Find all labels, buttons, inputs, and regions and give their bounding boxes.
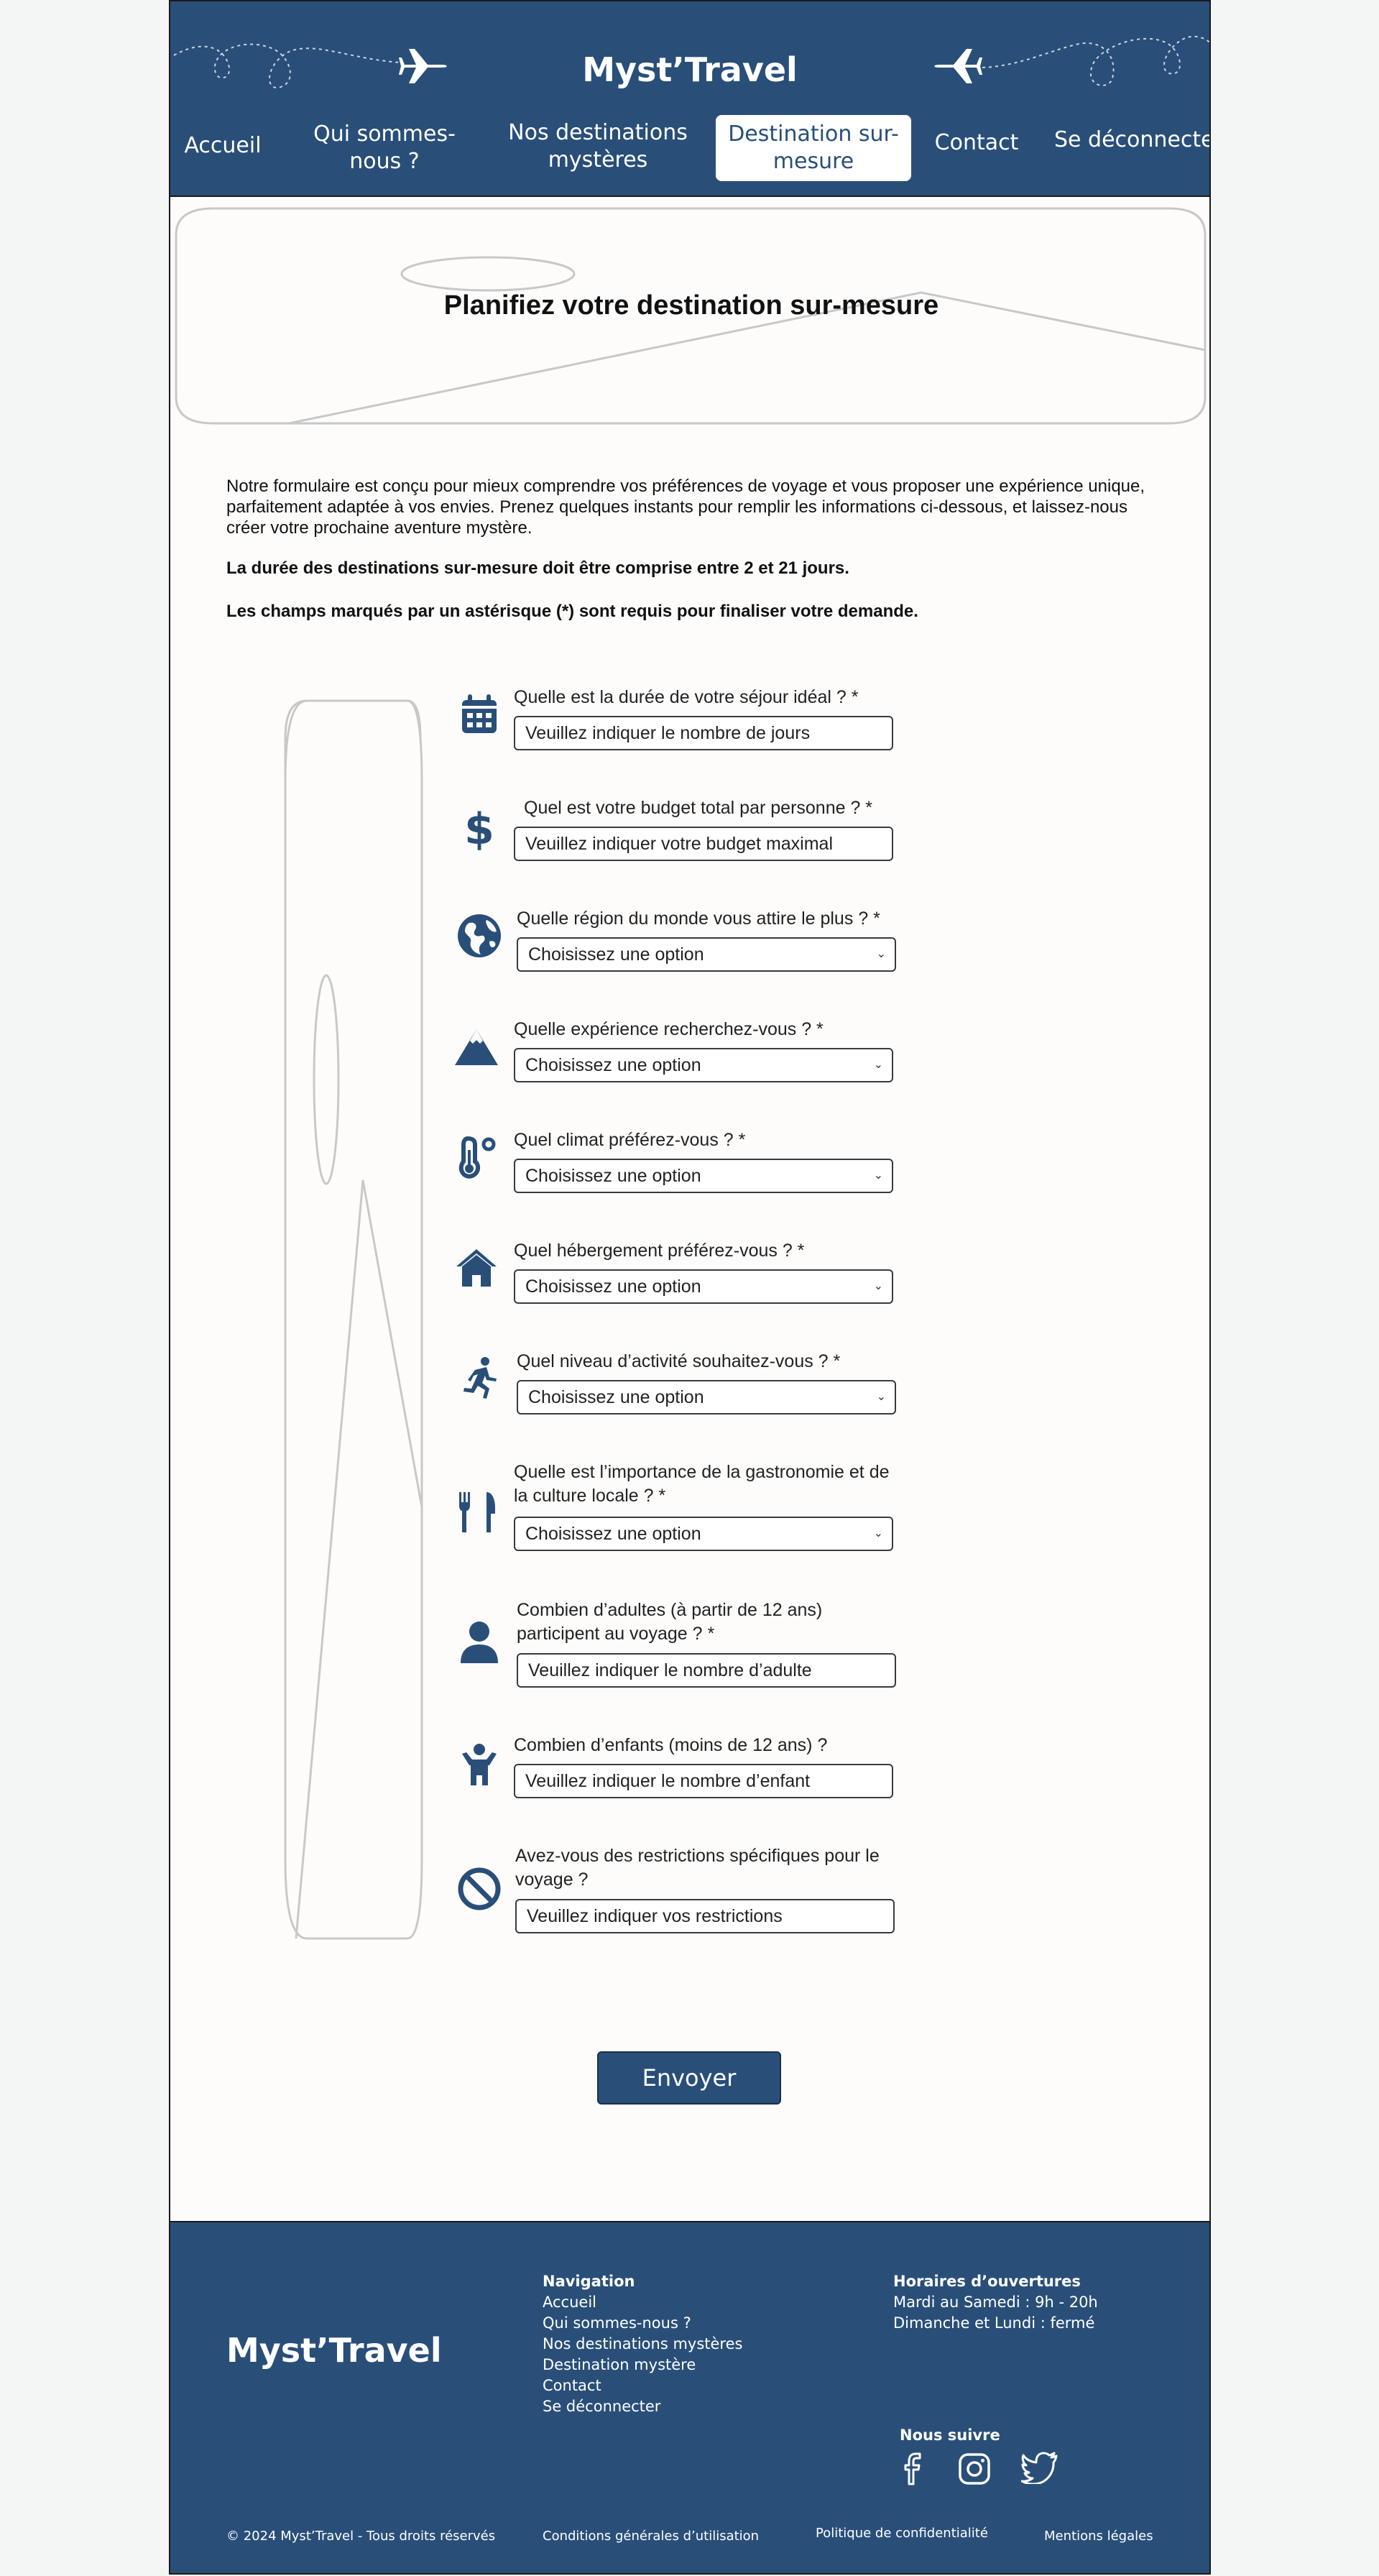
chevron-down-icon: ⌄ xyxy=(876,948,886,960)
experience-select[interactable]: Choisissez une option ⌄ xyxy=(514,1048,893,1082)
footer-link-nos-destinations[interactable]: Nos destinations mystères xyxy=(543,2334,742,2355)
svg-text:$: $ xyxy=(464,805,494,851)
intro-paragraph: Notre formulaire est conçu pour mieux co… xyxy=(226,477,1145,538)
question-label-duree: Quelle est la durée de votre séjour idéa… xyxy=(514,687,859,707)
chevron-down-icon: ⌄ xyxy=(873,1169,883,1182)
activite-select-value: Choisissez une option xyxy=(528,1387,704,1407)
experience-select-value: Choisissez une option xyxy=(525,1055,701,1075)
question-label-gastronomie: Quelle est l’importance de la gastronomi… xyxy=(514,1462,890,1506)
page-title: Planifiez votre destination sur-mesure xyxy=(443,290,939,321)
chevron-down-icon: ⌄ xyxy=(873,1280,883,1292)
nav-contact[interactable]: Contact xyxy=(926,129,1027,157)
submit-button[interactable]: Envoyer xyxy=(597,2051,781,2104)
question-label-climat: Quel climat préférez-vous ? * xyxy=(514,1130,746,1150)
restrictions-input[interactable]: Veuillez indiquer vos restrictions xyxy=(515,1899,895,1933)
duree-input[interactable]: Veuillez indiquer le nombre de jours xyxy=(514,716,893,750)
footer-follow-title: Nous suivre xyxy=(900,2426,1000,2444)
footer-link-qui-sommes-nous[interactable]: Qui sommes-nous ? xyxy=(543,2313,691,2334)
question-label-region: Quelle région du monde vous attire le pl… xyxy=(517,908,880,929)
region-select[interactable]: Choisissez une option ⌄ xyxy=(517,937,896,972)
question-label-activite: Quel niveau d’activité souhaitez-vous ? … xyxy=(517,1351,841,1371)
nav-destination-sur-mesure[interactable]: Destination sur-mesure xyxy=(716,115,911,181)
footer-link-mentions-legales[interactable]: Mentions légales xyxy=(1044,2529,1153,2544)
chevron-down-icon: ⌄ xyxy=(873,1059,883,1071)
chevron-down-icon: ⌄ xyxy=(876,1391,886,1403)
enfants-input[interactable]: Veuillez indiquer le nombre d’enfant xyxy=(514,1764,893,1798)
question-label-enfants: Combien d’enfants (moins de 12 ans) ? xyxy=(514,1735,828,1755)
duration-note: La durée des destinations sur-mesure doi… xyxy=(226,558,849,578)
footer-navigation-title: Navigation xyxy=(543,2273,635,2290)
mountain-icon xyxy=(455,1029,498,1065)
footer-hours-weekdays: Mardi au Samedi : 9h - 20h xyxy=(893,2294,1098,2311)
footer-link-se-deconnecter[interactable]: Se déconnecter xyxy=(543,2396,660,2417)
site-footer: Myst’Travel Navigation Accueil Qui somme… xyxy=(170,2221,1209,2573)
required-fields-note: Les champs marqués par un astérisque (*)… xyxy=(226,602,918,621)
footer-copyright: © 2024 Myst’Travel - Tous droits réservé… xyxy=(226,2529,496,2544)
nav-se-deconnecter[interactable]: Se déconnecter xyxy=(1054,126,1209,154)
house-icon xyxy=(456,1249,497,1287)
footer-hours-closed: Dimanche et Lundi : fermé xyxy=(893,2314,1095,2332)
user-icon xyxy=(461,1622,498,1663)
hebergement-select[interactable]: Choisissez une option ⌄ xyxy=(514,1269,893,1304)
climat-select[interactable]: Choisissez une option ⌄ xyxy=(514,1159,893,1193)
gastronomie-select[interactable]: Choisissez une option ⌄ xyxy=(514,1517,893,1551)
ban-icon xyxy=(458,1867,501,1910)
footer-link-confidentialite[interactable]: Politique de confidentialité xyxy=(816,2526,988,2541)
site-header: Myst’Travel Accueil Qui sommes-nous ? No… xyxy=(170,1,1209,197)
nav-qui-sommes-nous[interactable]: Qui sommes-nous ? xyxy=(305,121,463,175)
twitter-icon[interactable] xyxy=(1021,2451,1059,2484)
footer-logo[interactable]: Myst’Travel xyxy=(226,2330,442,2370)
running-person-icon xyxy=(463,1357,497,1399)
nav-nos-destinations-mysteres[interactable]: Nos destinations mystères xyxy=(508,119,688,174)
activite-select[interactable]: Choisissez une option ⌄ xyxy=(517,1380,896,1414)
chevron-down-icon: ⌄ xyxy=(873,1527,883,1540)
nav-accueil[interactable]: Accueil xyxy=(183,132,262,160)
footer-link-cgu[interactable]: Conditions générales d’utilisation xyxy=(543,2529,759,2544)
footer-link-accueil[interactable]: Accueil xyxy=(543,2292,596,2313)
gastronomie-select-value: Choisissez une option xyxy=(525,1524,701,1544)
child-icon xyxy=(462,1744,497,1785)
calendar-icon xyxy=(462,694,497,733)
footer-link-destination-mystere[interactable]: Destination mystère xyxy=(543,2355,696,2375)
footer-hours-title: Horaires d’ouvertures xyxy=(893,2273,1081,2290)
climat-select-value: Choisissez une option xyxy=(525,1166,701,1186)
instagram-icon[interactable] xyxy=(958,2452,991,2485)
question-label-experience: Quelle expérience recherchez-vous ? * xyxy=(514,1019,824,1039)
adultes-input[interactable]: Veuillez indiquer le nombre d’adulte xyxy=(517,1653,896,1688)
budget-input[interactable]: Veuillez indiquer votre budget maximal xyxy=(514,827,893,861)
globe-icon xyxy=(458,914,501,957)
hebergement-select-value: Choisissez une option xyxy=(525,1276,701,1297)
page: Myst’Travel Accueil Qui sommes-nous ? No… xyxy=(169,0,1211,2575)
facebook-icon[interactable] xyxy=(897,2452,930,2485)
question-label-budget: Quel est votre budget total par personne… xyxy=(524,798,873,818)
question-label-adultes: Combien d’adultes (à partir de 12 ans) p… xyxy=(517,1600,823,1644)
utensils-icon xyxy=(459,1492,495,1532)
thermometer-icon xyxy=(458,1136,496,1179)
side-image-frame xyxy=(284,699,423,1940)
question-label-restrictions: Avez-vous des restrictions spécifiques p… xyxy=(515,1846,880,1890)
question-label-hebergement: Quel hébergement préférez-vous ? * xyxy=(514,1241,805,1261)
region-select-value: Choisissez une option xyxy=(528,944,704,965)
site-logo[interactable]: Myst’Travel xyxy=(170,50,1209,89)
footer-link-contact[interactable]: Contact xyxy=(543,2375,601,2396)
dollar-icon: $ xyxy=(464,805,494,851)
